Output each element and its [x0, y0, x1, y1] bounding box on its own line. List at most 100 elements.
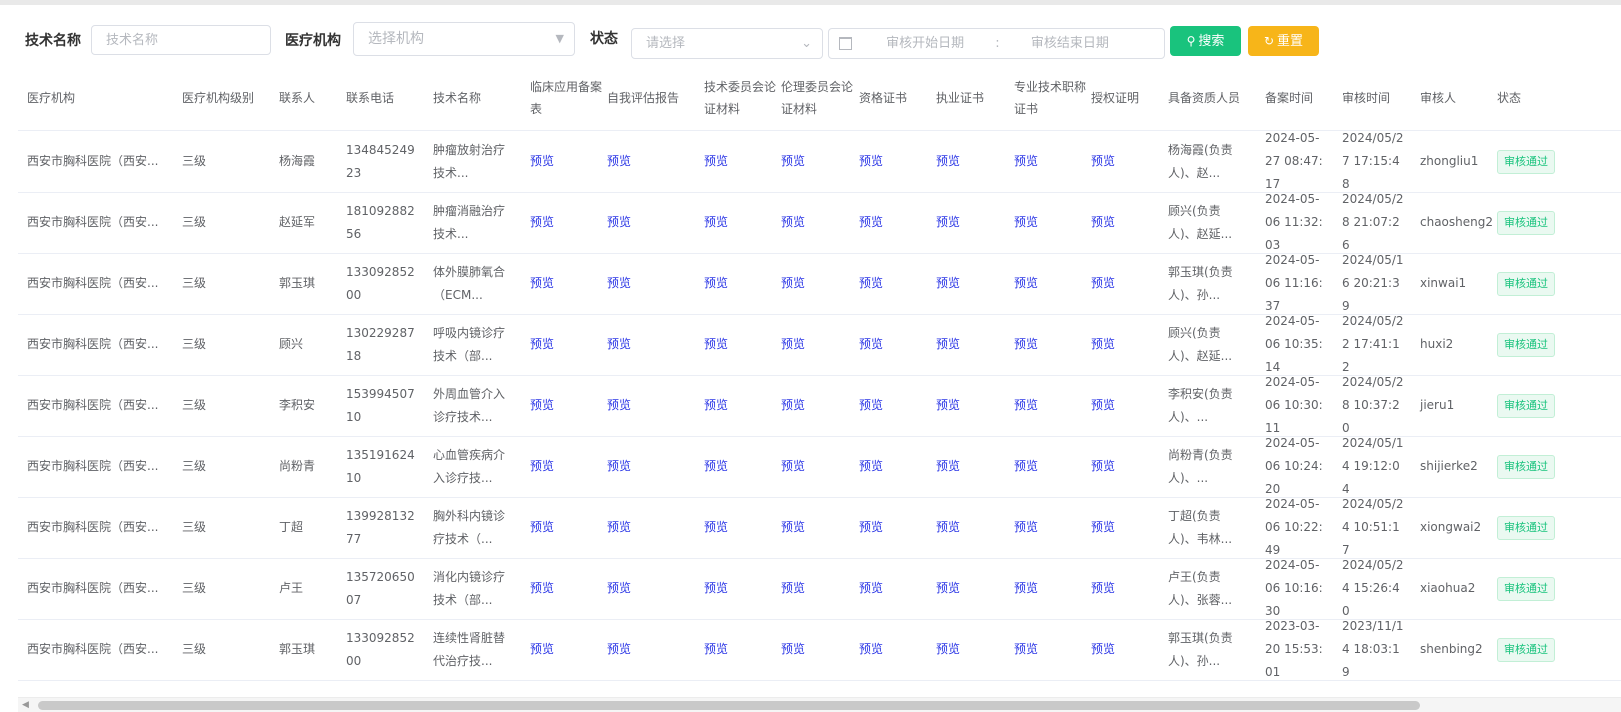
preview-link[interactable]: 预览	[530, 211, 554, 234]
search-button[interactable]: ⚲ 搜索	[1170, 26, 1241, 56]
preview-link[interactable]: 预览	[607, 577, 631, 600]
preview-link[interactable]: 预览	[704, 455, 728, 478]
scrollbar-thumb[interactable]	[38, 701, 1420, 710]
preview-link[interactable]: 预览	[1091, 455, 1115, 478]
preview-link[interactable]: 预览	[1091, 211, 1115, 234]
preview-link[interactable]: 预览	[1091, 150, 1115, 173]
org-select[interactable]: 选择机构 ▼	[353, 22, 575, 56]
cell-staff: 尚粉青(负责人)、...	[1168, 436, 1260, 497]
preview-link[interactable]: 预览	[530, 638, 554, 661]
preview-link[interactable]: 预览	[936, 638, 960, 661]
preview-link[interactable]: 预览	[936, 455, 960, 478]
preview-link[interactable]: 预览	[1014, 638, 1038, 661]
date-end-input[interactable]: 审核结束日期	[1031, 36, 1109, 51]
preview-link[interactable]: 预览	[781, 333, 805, 356]
preview-link[interactable]: 预览	[859, 638, 883, 661]
cell-auditor: huxi2	[1420, 314, 1492, 375]
horizontal-scrollbar[interactable]: ◀	[18, 697, 1621, 712]
phone-text: 13022928718	[346, 325, 415, 363]
preview-link[interactable]: 预览	[936, 211, 960, 234]
preview-link[interactable]: 预览	[530, 150, 554, 173]
preview-link[interactable]: 预览	[1091, 577, 1115, 600]
tech-name-input[interactable]: 技术名称	[91, 25, 271, 55]
cell-auditor: jieru1	[1420, 375, 1492, 436]
scroll-left-arrow-icon[interactable]: ◀	[22, 700, 29, 710]
preview-link[interactable]: 预览	[936, 272, 960, 295]
preview-link[interactable]: 预览	[530, 333, 554, 356]
table-row[interactable]: 西安市胸科医院（西安... 三级 杨海霞 13484524923 肿瘤放射治疗技术...…	[18, 131, 1621, 193]
preview-link[interactable]: 预览	[936, 577, 960, 600]
date-start-input[interactable]: 审核开始日期	[886, 36, 964, 51]
preview-link[interactable]: 预览	[781, 455, 805, 478]
preview-link[interactable]: 预览	[936, 516, 960, 539]
preview-link[interactable]: 预览	[1091, 394, 1115, 417]
preview-link[interactable]: 预览	[704, 577, 728, 600]
table-row[interactable]: 西安市胸科医院（西安... 三级 卢王 13572065007 消化内镜诊疗技术（部..…	[18, 558, 1621, 620]
preview-link[interactable]: 预览	[1091, 516, 1115, 539]
preview-link[interactable]: 预览	[704, 394, 728, 417]
preview-link[interactable]: 预览	[1014, 455, 1038, 478]
preview-link[interactable]: 预览	[704, 150, 728, 173]
preview-link[interactable]: 预览	[781, 394, 805, 417]
reset-button[interactable]: ↻ 重置	[1248, 26, 1319, 56]
preview-link[interactable]: 预览	[859, 150, 883, 173]
table-row[interactable]: 西安市胸科医院（西安... 三级 李积安 15399450710 外周血管介入诊疗技术.…	[18, 375, 1621, 437]
preview-link[interactable]: 预览	[936, 150, 960, 173]
preview-link[interactable]: 预览	[1014, 333, 1038, 356]
preview-link[interactable]: 预览	[1091, 272, 1115, 295]
preview-link[interactable]: 预览	[936, 394, 960, 417]
preview-link[interactable]: 预览	[859, 455, 883, 478]
preview-link[interactable]: 预览	[704, 516, 728, 539]
cell-tech-committee: 预览	[704, 314, 776, 375]
date-range-picker[interactable]: 审核开始日期 : 审核结束日期	[828, 28, 1165, 59]
preview-link[interactable]: 预览	[607, 394, 631, 417]
preview-link[interactable]: 预览	[781, 211, 805, 234]
preview-link[interactable]: 预览	[1014, 516, 1038, 539]
preview-link[interactable]: 预览	[859, 577, 883, 600]
preview-link[interactable]: 预览	[607, 638, 631, 661]
preview-link[interactable]: 预览	[936, 333, 960, 356]
table-row[interactable]: 西安市胸科医院（西安... 三级 丁超 13992813277 胸外科内镜诊疗技术（..…	[18, 497, 1621, 559]
preview-link[interactable]: 预览	[1091, 638, 1115, 661]
preview-link[interactable]: 预览	[704, 333, 728, 356]
preview-link[interactable]: 预览	[704, 272, 728, 295]
preview-link[interactable]: 预览	[1014, 272, 1038, 295]
status-select[interactable]: 请选择 ⌄	[631, 28, 823, 59]
cell-staff: 杨海霞(负责人)、赵...	[1168, 131, 1260, 192]
preview-link[interactable]: 预览	[859, 211, 883, 234]
table-row[interactable]: 西安市胸科医院（西安... 三级 顾兴 13022928718 呼吸内镜诊疗技术（部..…	[18, 314, 1621, 376]
table-row[interactable]: 西安市胸科医院（西安... 三级 郭玉琪 13309285200 连续性肾脏替代治疗技.…	[18, 619, 1621, 681]
preview-link[interactable]: 预览	[607, 516, 631, 539]
preview-link[interactable]: 预览	[607, 455, 631, 478]
contact-text: 卢王	[279, 581, 304, 595]
preview-link[interactable]: 预览	[704, 211, 728, 234]
preview-link[interactable]: 预览	[859, 394, 883, 417]
preview-link[interactable]: 预览	[1091, 333, 1115, 356]
table-row[interactable]: 西安市胸科医院（西安... 三级 尚粉青 13519162410 心血管疾病介入诊疗技.…	[18, 436, 1621, 498]
preview-link[interactable]: 预览	[530, 577, 554, 600]
table-row[interactable]: 西安市胸科医院（西安... 三级 郭玉琪 13309285200 体外膜肺氧合（ECM.…	[18, 253, 1621, 315]
table-row[interactable]: 西安市胸科医院（西安... 三级 赵延军 18109288256 肿瘤消融治疗技术...…	[18, 192, 1621, 254]
preview-link[interactable]: 预览	[781, 516, 805, 539]
preview-link[interactable]: 预览	[859, 272, 883, 295]
preview-link[interactable]: 预览	[530, 272, 554, 295]
preview-link[interactable]: 预览	[781, 638, 805, 661]
preview-link[interactable]: 预览	[607, 272, 631, 295]
preview-link[interactable]: 预览	[1014, 394, 1038, 417]
preview-link[interactable]: 预览	[607, 150, 631, 173]
preview-link[interactable]: 预览	[704, 638, 728, 661]
preview-link[interactable]: 预览	[607, 333, 631, 356]
preview-link[interactable]: 预览	[1014, 150, 1038, 173]
preview-link[interactable]: 预览	[781, 577, 805, 600]
preview-link[interactable]: 预览	[607, 211, 631, 234]
preview-link[interactable]: 预览	[859, 333, 883, 356]
preview-link[interactable]: 预览	[781, 272, 805, 295]
level-text: 三级	[182, 215, 207, 229]
preview-link[interactable]: 预览	[530, 394, 554, 417]
preview-link[interactable]: 预览	[530, 455, 554, 478]
preview-link[interactable]: 预览	[1014, 211, 1038, 234]
preview-link[interactable]: 预览	[781, 150, 805, 173]
preview-link[interactable]: 预览	[1014, 577, 1038, 600]
preview-link[interactable]: 预览	[859, 516, 883, 539]
preview-link[interactable]: 预览	[530, 516, 554, 539]
